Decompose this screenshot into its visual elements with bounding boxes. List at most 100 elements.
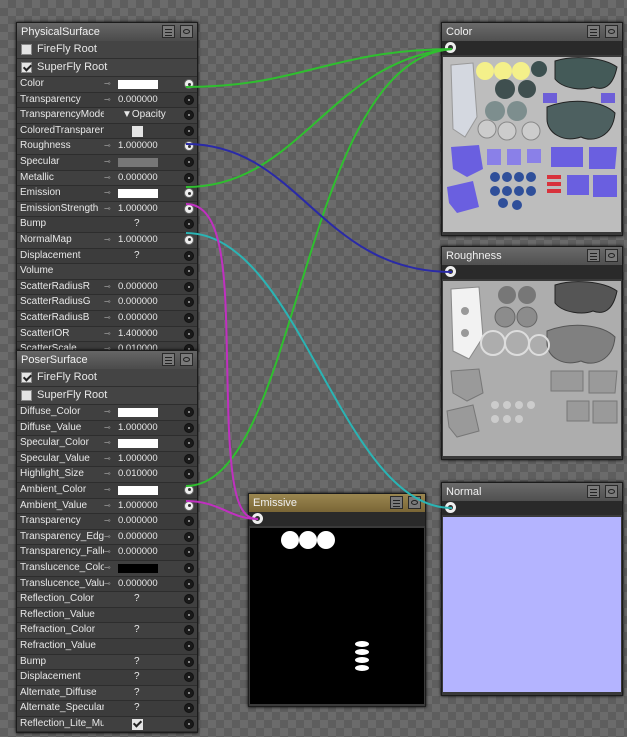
poser-surface-param-diffuse-color[interactable]: Diffuse_Color [17,405,197,421]
input-socket-icon[interactable] [184,609,194,620]
value-text[interactable]: 1.000000 [118,452,158,467]
physical-surface-param-coloredtransparency[interactable]: ColoredTransparency [17,123,197,140]
physical-surface-param-scatterradiusr[interactable]: ScatterRadiusR 0.000000 [17,279,197,296]
value-text[interactable]: 0.000000 [118,311,158,326]
key-icon[interactable] [104,93,118,108]
emissive-image-node[interactable]: Emissive [248,493,426,707]
unchecked-checkbox-icon[interactable] [21,390,32,401]
physical-surface-param-volume[interactable]: Volume [17,264,197,280]
checked-checkbox-icon[interactable] [132,718,143,730]
value-text[interactable]: 0.000000 [118,295,158,310]
input-socket-icon[interactable] [184,328,194,339]
physical-surface-param-specular[interactable]: Specular [17,154,197,171]
poser-surface-param-reflection-lite-mult[interactable]: Reflection_Lite_Mult [17,716,197,732]
emissive-node-title-bar[interactable]: Emissive [249,494,425,512]
physical-surface-param-normalmap[interactable]: NormalMap 1.000000 [17,232,197,249]
key-icon[interactable] [104,155,118,170]
key-icon[interactable] [104,436,118,451]
key-icon[interactable] [104,233,118,248]
normal-node-title-bar[interactable]: Normal [442,483,622,501]
poser-surface-param-specular-value[interactable]: Specular_Value 1.000000 [17,451,197,468]
physical-surface-param-scatterior[interactable]: ScatterIOR 1.400000 [17,326,197,343]
collapse-icon[interactable] [587,25,600,38]
poser-surface-param-translucence-color[interactable]: Translucence_Color [17,560,197,577]
unchecked-checkbox-icon[interactable] [21,44,32,55]
color-node-title-bar[interactable]: Color [442,23,622,41]
key-icon[interactable] [104,186,118,201]
checked-checkbox-icon[interactable] [21,372,32,383]
value-text[interactable]: 1.000000 [118,233,158,248]
poser-surface-param-transparency[interactable]: Transparency 0.000000 [17,514,197,530]
collapse-icon[interactable] [587,249,600,262]
poser-surface-param-reflection-color[interactable]: Reflection_Color? [17,592,197,608]
poser-surface-param-reflection-value[interactable]: Reflection_Value [17,607,197,624]
key-icon[interactable] [104,311,118,326]
collapse-icon[interactable] [587,485,600,498]
input-socket-icon[interactable] [184,531,194,542]
connected-input-socket-icon[interactable] [184,234,194,245]
preview-icon[interactable] [605,25,618,38]
value-text[interactable]: 1.400000 [118,327,158,342]
value-text[interactable]: 1.000000 [118,202,158,217]
color-swatch-box[interactable] [118,438,158,448]
physical-surface-param-emissionstrength[interactable]: EmissionStrength 1.000000 [17,201,197,218]
preview-icon[interactable] [180,353,193,366]
dropdown-value[interactable]: ▼Opacity [122,108,166,123]
value-text[interactable]: 0.000000 [118,530,158,545]
input-socket-icon[interactable] [184,453,194,464]
roughness-image-node[interactable]: Roughness [441,246,623,460]
physical-surface-param-displacement[interactable]: Displacement? [17,248,197,265]
poser-surface-param-diffuse-value[interactable]: Diffuse_Value 1.000000 [17,420,197,437]
key-icon[interactable] [104,202,118,217]
preview-icon[interactable] [180,25,193,38]
input-socket-icon[interactable] [184,125,194,136]
input-socket-icon[interactable] [184,718,194,729]
physical-surface-param-transparency[interactable]: Transparency 0.000000 [17,92,197,109]
physical-surface-param-emission[interactable]: Emission [17,186,197,202]
physical-surface-param-bump[interactable]: Bump? [17,217,197,233]
value-text[interactable]: 0.000000 [118,545,158,560]
physical-surface-param-scatterradiusb[interactable]: ScatterRadiusB 0.000000 [17,310,197,327]
key-icon[interactable] [104,467,118,482]
preview-icon[interactable] [408,496,421,509]
key-icon[interactable] [104,77,118,92]
poser-surface-param-transparency-falloff[interactable]: Transparency_Falloff 0.000000 [17,545,197,561]
physical-surface-param-metallic[interactable]: Metallic 0.000000 [17,170,197,187]
key-icon[interactable] [104,483,118,498]
input-socket-icon[interactable] [184,656,194,667]
output-socket-icon[interactable] [252,513,263,524]
input-socket-icon[interactable] [184,578,194,589]
normal-image-node[interactable]: Normal [441,482,623,696]
collapse-icon[interactable] [162,25,175,38]
value-text[interactable]: 0.000000 [118,171,158,186]
key-icon[interactable] [104,295,118,310]
connected-input-socket-icon[interactable] [184,79,194,89]
value-text[interactable]: 1.000000 [118,499,158,514]
collapse-icon[interactable] [162,353,175,366]
poser-surface-param-ambient-color[interactable]: Ambient_Color [17,482,197,499]
input-socket-icon[interactable] [184,250,194,261]
value-text[interactable]: 0.000000 [118,514,158,529]
poser-surface-param-specular-color[interactable]: Specular_Color [17,436,197,452]
poser-surface-param-ambient-value[interactable]: Ambient_Value 1.000000 [17,498,197,515]
input-socket-icon[interactable] [184,156,194,167]
color-swatch-box[interactable] [118,563,158,573]
value-text[interactable]: 1.000000 [118,139,158,154]
checked-checkbox-icon[interactable] [21,62,32,73]
color-swatch-box[interactable] [118,188,158,198]
value-text[interactable]: 0.000000 [118,93,158,108]
input-socket-icon[interactable] [184,407,194,417]
poser-surface-root-superfly-root[interactable]: SuperFly Root [17,387,197,405]
physical-surface-node[interactable]: PhysicalSurface FireFly Root SuperFly Roo… [16,22,198,352]
connected-input-socket-icon[interactable] [184,203,194,214]
poser-surface-param-alternate-specular[interactable]: Alternate_Specular? [17,701,197,717]
value-text[interactable]: 1.000000 [118,421,158,436]
connected-input-socket-icon[interactable] [184,484,194,495]
preview-icon[interactable] [605,485,618,498]
key-icon[interactable] [104,499,118,514]
unchecked-checkbox-icon[interactable] [132,125,143,137]
connected-input-socket-icon[interactable] [184,500,194,511]
input-socket-icon[interactable] [184,422,194,433]
color-swatch-box[interactable] [118,407,158,417]
output-socket-icon[interactable] [445,266,456,277]
